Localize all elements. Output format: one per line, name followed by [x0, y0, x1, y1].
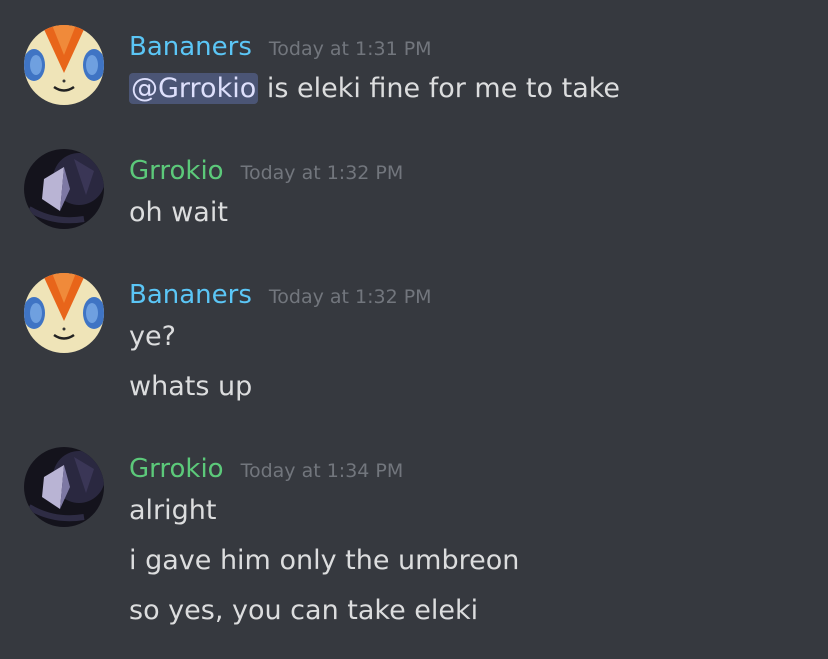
timestamp: Today at 1:34 PM: [240, 460, 404, 482]
username[interactable]: Bananers: [129, 279, 252, 311]
message-text: whats up: [129, 371, 253, 402]
message-text-rest: is eleki fine for me to take: [258, 73, 621, 104]
username[interactable]: Bananers: [129, 31, 252, 63]
dark-crystal-avatar-icon[interactable]: [24, 149, 104, 229]
username[interactable]: Grrokio: [129, 453, 224, 485]
message-header: Grrokio Today at 1:32 PM: [129, 155, 403, 187]
victini-avatar-icon[interactable]: [24, 273, 104, 353]
timestamp: Today at 1:31 PM: [268, 38, 432, 60]
message-header: Bananers Today at 1:31 PM: [129, 31, 432, 63]
message-text: alright: [129, 495, 217, 526]
message-header: Bananers Today at 1:32 PM: [129, 279, 432, 311]
message-text: @Grrokio is eleki fine for me to take: [129, 72, 620, 106]
user-mention[interactable]: @Grrokio: [129, 73, 259, 104]
message-text: i gave him only the umbreon: [129, 545, 520, 576]
username[interactable]: Grrokio: [129, 155, 224, 187]
victini-avatar-icon[interactable]: [24, 25, 104, 105]
dark-crystal-avatar-icon[interactable]: [24, 447, 104, 527]
message-text: oh wait: [129, 197, 228, 228]
timestamp: Today at 1:32 PM: [268, 286, 432, 308]
message-text: ye?: [129, 321, 176, 352]
message-text: so yes, you can take eleki: [129, 595, 479, 626]
timestamp: Today at 1:32 PM: [240, 162, 404, 184]
message-header: Grrokio Today at 1:34 PM: [129, 453, 403, 485]
